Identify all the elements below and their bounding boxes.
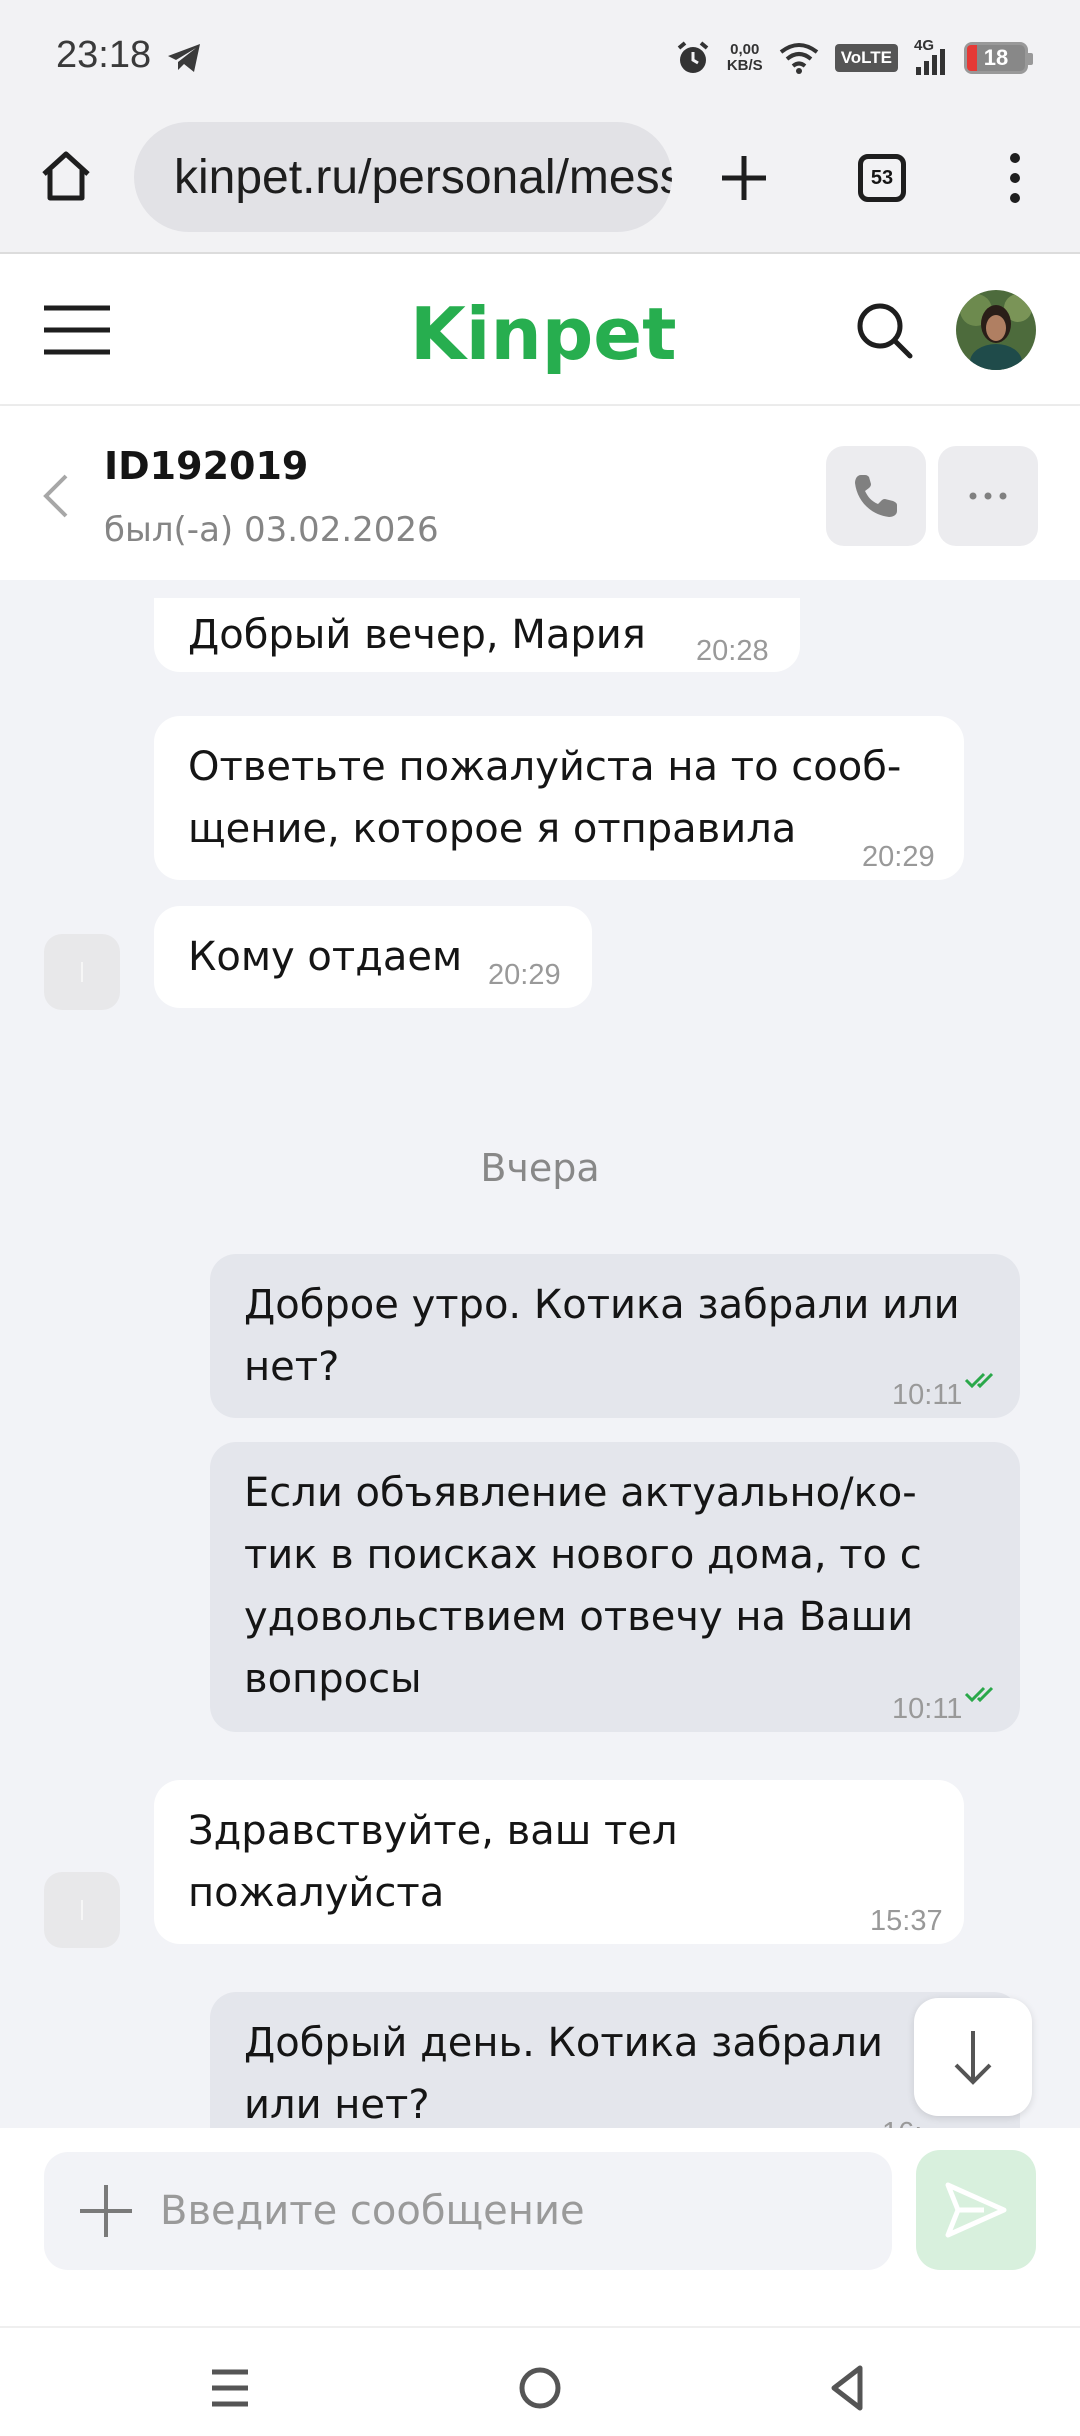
home-circle-icon[interactable]: [510, 2358, 570, 2418]
scroll-to-bottom-button[interactable]: [914, 1998, 1032, 2116]
message-bubble-outgoing[interactable]: Если объявление актуально/ко- тик в поис…: [210, 1442, 1020, 1732]
signal-icon: 4G: [914, 37, 948, 75]
sender-avatar: [44, 1872, 120, 1948]
site-logo[interactable]: Kinpet: [410, 292, 677, 376]
tab-switcher-button[interactable]: 53: [858, 154, 906, 202]
message-text: Добрый день. Котика забрали: [244, 2020, 883, 2066]
read-double-check-icon: [964, 1372, 994, 1389]
message-text: вопросы: [244, 1656, 422, 1702]
status-bar: 23:18 0,00 KB/S VoLTE 4G 18: [0, 0, 1080, 112]
message-bubble-incoming[interactable]: Ответьте пожалуйста на то сооб- щение, к…: [154, 716, 964, 880]
date-separator: Вчера: [480, 1146, 600, 1190]
call-button[interactable]: [826, 446, 926, 546]
message-text: удовольствием отвечу на Ваши: [244, 1594, 914, 1640]
volte-badge: VoLTE: [834, 44, 898, 72]
message-list[interactable]: Добрый вечер, Мария 20:28 Ответьте пожал…: [0, 580, 1080, 2128]
message-text: тик в поисках нового дома, то с: [244, 1532, 922, 1578]
message-time: 10:11: [892, 1379, 963, 1411]
back-triangle-icon[interactable]: [818, 2358, 878, 2418]
message-bubble-incoming[interactable]: Кому отдаем 20:29: [154, 906, 592, 1008]
system-navigation-bar: [0, 2326, 1080, 2436]
message-bubble-incoming[interactable]: Здравствуйте, ваш тел пожалуйста 15:37: [154, 1780, 964, 1944]
sender-avatar: [44, 934, 120, 1010]
message-text: или нет?: [244, 2082, 430, 2128]
message-text: нет?: [244, 1344, 340, 1390]
message-bubble-outgoing[interactable]: Добрый день. Котика забрали или нет? 16:: [210, 1992, 1020, 2128]
message-text: Если объявление актуально/ко-: [244, 1470, 917, 1516]
message-composer: [0, 2128, 1080, 2326]
hamburger-menu-icon[interactable]: [42, 302, 112, 358]
message-time: 16:: [882, 2102, 922, 2128]
message-time: 20:28: [696, 635, 769, 667]
send-icon: [945, 2182, 1007, 2238]
recent-apps-icon[interactable]: [200, 2358, 260, 2418]
message-time: 10:11: [892, 1693, 963, 1725]
message-bubble-outgoing[interactable]: Доброе утро. Котика забрали или нет? 10:…: [210, 1254, 1020, 1418]
message-text: Ответьте пожалуйста на то сооб-: [188, 744, 902, 790]
more-dots-icon: [969, 492, 1007, 500]
battery-icon: 18: [964, 42, 1033, 74]
new-tab-icon[interactable]: [714, 148, 774, 208]
user-avatar[interactable]: [956, 290, 1036, 370]
attach-plus-icon[interactable]: [76, 2181, 136, 2241]
status-time: 23:18: [56, 34, 152, 76]
message-text: Добрый вечер, Мария: [188, 612, 646, 658]
browser-toolbar: kinpet.ru/personal/messages 53: [0, 112, 1080, 254]
message-text: Здравствуйте, ваш тел: [188, 1808, 678, 1854]
send-button[interactable]: [916, 2150, 1036, 2270]
message-input-container[interactable]: [44, 2152, 892, 2270]
address-bar[interactable]: kinpet.ru/personal/messages: [134, 122, 672, 232]
browser-menu-icon[interactable]: [1000, 148, 1030, 208]
chat-title: ID192019: [104, 444, 309, 488]
message-input[interactable]: [160, 2188, 892, 2234]
status-icons: 0,00 KB/S VoLTE 4G 18: [675, 36, 1033, 80]
telegram-icon: [168, 44, 200, 72]
phone-icon: [855, 475, 897, 517]
search-icon[interactable]: [852, 298, 916, 362]
arrow-down-icon: [954, 2031, 992, 2085]
back-arrow-icon[interactable]: [36, 468, 76, 524]
message-time: 15:37: [870, 1905, 943, 1937]
message-time: 20:29: [862, 841, 935, 873]
message-time: 20:29: [488, 959, 561, 991]
read-double-check-icon: [964, 1686, 994, 1703]
tab-count: 53: [870, 166, 894, 189]
site-header: Kinpet: [0, 254, 1080, 406]
more-options-button[interactable]: [938, 446, 1038, 546]
message-text: пожалуйста: [188, 1870, 445, 1916]
net-speed: 0,00 KB/S: [726, 41, 763, 74]
message-text: Кому отдаем: [188, 934, 463, 980]
chat-header: ID192019 был(-а) 03.02.2026: [0, 406, 1080, 580]
url-text[interactable]: kinpet.ru/personal/messages: [174, 150, 672, 205]
wifi-icon: [779, 43, 818, 74]
message-text: щение, которое я отправила: [188, 806, 797, 852]
home-icon[interactable]: [36, 146, 96, 206]
alarm-icon: [677, 41, 709, 73]
message-text: Доброе утро. Котика забрали или: [244, 1282, 960, 1328]
message-bubble-incoming[interactable]: Добрый вечер, Мария 20:28: [154, 598, 800, 672]
last-seen-status: был(-а) 03.02.2026: [104, 510, 439, 550]
